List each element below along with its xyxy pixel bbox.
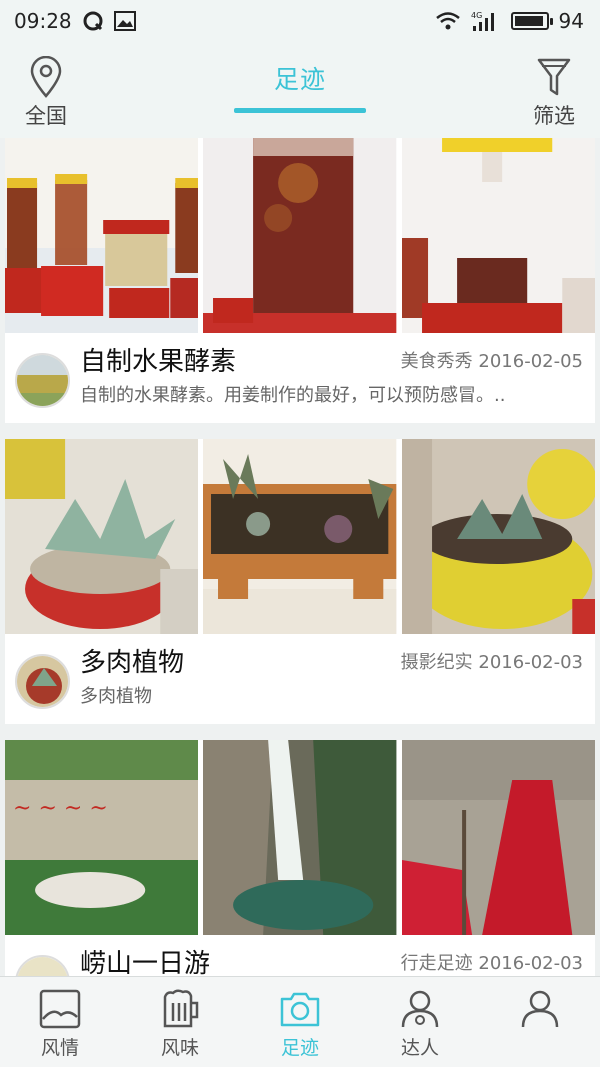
avatar[interactable] xyxy=(15,353,70,408)
feed-card[interactable]: 自制水果酵素 美食秀秀 2016-02-05 自制的水果酵素。用姜制作的最好，可… xyxy=(5,138,595,423)
card-description: 多肉植物 xyxy=(80,686,152,707)
battery-level: 94 xyxy=(558,9,584,33)
tab-fengqing[interactable]: 风情 xyxy=(0,977,120,1067)
feed-card[interactable]: 多肉植物 摄影纪实 2016-02-03 多肉植物 xyxy=(5,439,595,724)
card-photos[interactable] xyxy=(5,138,595,333)
card-date: 2016-02-03 xyxy=(478,652,583,673)
picture-icon xyxy=(39,989,81,1029)
card-meta: 行走足迹 2016-02-03 xyxy=(401,949,583,975)
tab-label: 足迹 xyxy=(280,1037,319,1059)
photo-thumbnail[interactable] xyxy=(203,439,397,634)
card-meta: 摄影纪实 2016-02-03 xyxy=(401,648,583,674)
card-photos[interactable] xyxy=(5,439,595,634)
photo-thumbnail[interactable] xyxy=(5,138,199,333)
card-info[interactable]: 崂山一日游 行走足迹 2016-02-03 xyxy=(5,935,595,976)
card-title: 自制水果酵素 xyxy=(80,347,237,377)
tab-label: 达人 xyxy=(400,1037,439,1059)
card-info[interactable]: 多肉植物 摄影纪实 2016-02-03 多肉植物 xyxy=(5,634,595,724)
status-right: 4G 94 xyxy=(435,9,584,33)
photo-thumbnail[interactable] xyxy=(401,138,595,333)
card-category: 行走足迹 xyxy=(400,953,473,974)
status-left: 09:28 xyxy=(14,9,136,33)
person-icon xyxy=(521,990,559,1028)
card-photos[interactable]: ~ ~ ~ ~ xyxy=(5,740,595,935)
tab-zuji[interactable]: 足迹 xyxy=(240,977,360,1067)
filter-button[interactable]: 筛选 xyxy=(526,56,582,130)
photo-thumbnail[interactable] xyxy=(401,439,595,634)
beer-mug-icon xyxy=(163,989,199,1028)
photo-thumbnail[interactable] xyxy=(203,138,397,333)
avatar[interactable] xyxy=(15,654,70,709)
status-time: 09:28 xyxy=(14,9,72,33)
page-title[interactable]: 足迹 xyxy=(0,60,600,96)
photo-thumbnail[interactable] xyxy=(203,740,397,935)
q-app-icon xyxy=(82,10,104,32)
card-date: 2016-02-05 xyxy=(478,351,583,372)
tab-label: 风味 xyxy=(160,1037,199,1059)
card-category: 美食秀秀 xyxy=(400,351,473,372)
gallery-notification-icon xyxy=(113,11,136,31)
top-nav: 全国 足迹 筛选 xyxy=(0,42,600,138)
svg-text:~ ~ ~ ~: ~ ~ ~ ~ xyxy=(13,796,108,821)
wifi-icon xyxy=(435,11,461,31)
card-category: 摄影纪实 xyxy=(400,652,473,673)
card-date: 2016-02-03 xyxy=(478,953,583,974)
expert-person-icon xyxy=(401,990,439,1028)
photo-thumbnail[interactable] xyxy=(401,740,595,935)
camera-icon xyxy=(280,992,320,1027)
tab-profile[interactable] xyxy=(480,977,600,1067)
title-underline xyxy=(234,108,366,113)
footprint-feed[interactable]: 自制水果酵素 美食秀秀 2016-02-05 自制的水果酵素。用姜制作的最好，可… xyxy=(5,138,595,976)
tab-fengwei[interactable]: 风味 xyxy=(120,977,240,1067)
filter-funnel-icon xyxy=(537,58,571,96)
avatar[interactable] xyxy=(15,955,70,976)
card-meta: 美食秀秀 2016-02-05 xyxy=(401,347,583,373)
region-label: 全国 xyxy=(25,104,67,128)
tab-daren[interactable]: 达人 xyxy=(360,977,480,1067)
network-type: 4G xyxy=(471,11,482,20)
filter-label: 筛选 xyxy=(533,104,575,128)
signal-icon: 4G xyxy=(471,10,501,32)
card-title: 崂山一日游 xyxy=(80,949,211,976)
card-info[interactable]: 自制水果酵素 美食秀秀 2016-02-05 自制的水果酵素。用姜制作的最好，可… xyxy=(5,333,595,423)
photo-thumbnail[interactable]: ~ ~ ~ ~ xyxy=(5,740,199,935)
card-description: 自制的水果酵素。用姜制作的最好，可以预防感冒。.. xyxy=(80,385,506,406)
feed-card[interactable]: ~ ~ ~ ~ 崂山一日游 行走足迹 2016-02-03 xyxy=(5,740,595,976)
battery-icon xyxy=(510,12,553,30)
status-bar: 09:28 4G 94 xyxy=(0,0,600,42)
card-title: 多肉植物 xyxy=(80,648,185,678)
bottom-tab-bar: 风情 风味 足迹 达人 xyxy=(0,976,600,1067)
photo-thumbnail[interactable] xyxy=(5,439,199,634)
tab-label: 风情 xyxy=(40,1037,79,1059)
